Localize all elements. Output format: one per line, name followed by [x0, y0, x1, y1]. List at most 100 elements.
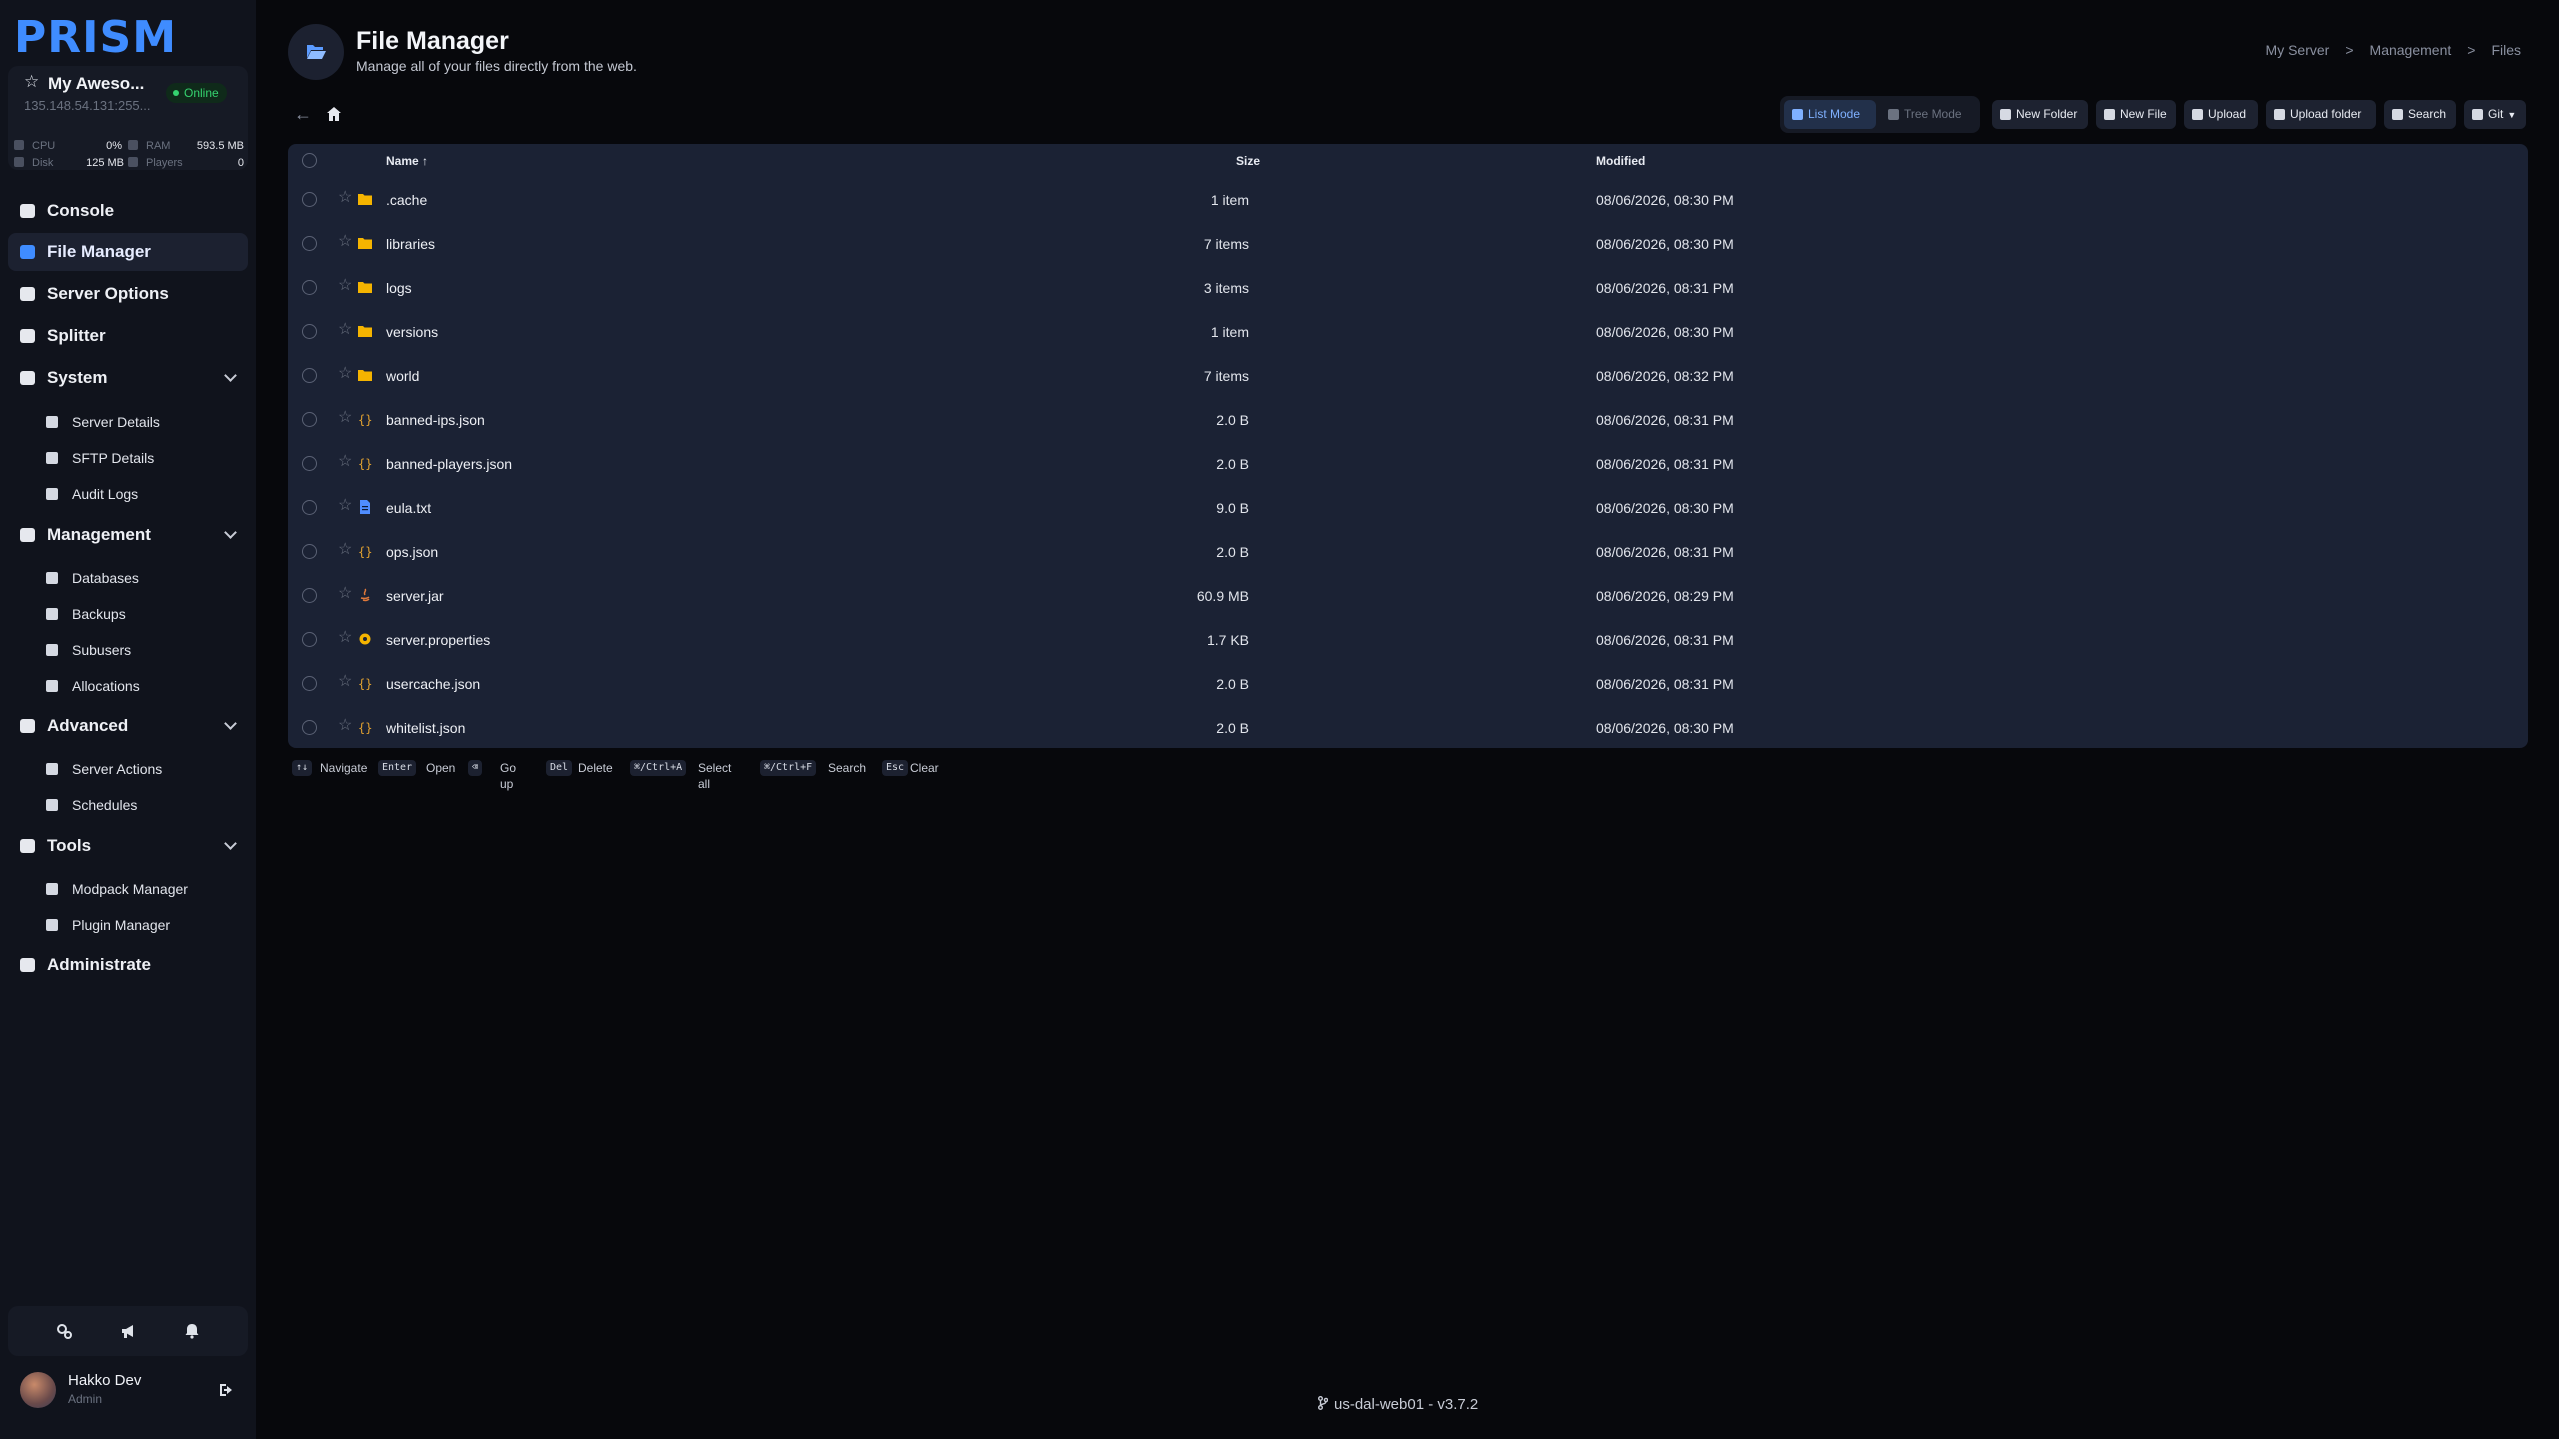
select-all-checkbox[interactable]: [302, 153, 317, 168]
search-button[interactable]: Search: [2384, 100, 2456, 129]
file-name[interactable]: server.properties: [386, 618, 490, 662]
file-name[interactable]: versions: [386, 310, 438, 354]
star-icon[interactable]: ☆: [338, 674, 352, 690]
sidebar-item-audit-logs[interactable]: Audit Logs: [36, 479, 248, 509]
tree-mode-button[interactable]: Tree Mode: [1880, 100, 1976, 129]
table-row[interactable]: ☆ {} whitelist.json 2.0 B 08/06/2026, 08:30 …: [288, 706, 2528, 750]
file-name[interactable]: banned-players.json: [386, 442, 512, 486]
upload-button[interactable]: Upload: [2184, 100, 2258, 129]
star-icon[interactable]: ☆: [338, 498, 352, 514]
table-row[interactable]: ☆ {} banned-players.json 2.0 B 08/06/2026, 0…: [288, 442, 2528, 486]
table-row[interactable]: ☆ eula.txt 9.0 B 08/06/2026, 08:30 PM: [288, 486, 2528, 530]
name-column-header[interactable]: Name ↑: [386, 144, 428, 178]
row-checkbox[interactable]: [302, 280, 317, 295]
star-icon[interactable]: ☆: [338, 322, 352, 338]
star-icon[interactable]: ☆: [338, 190, 352, 206]
user-profile[interactable]: Hakko Dev Admin: [8, 1360, 248, 1420]
logout-icon[interactable]: [218, 1382, 234, 1398]
table-row[interactable]: ☆ logs 3 items 08/06/2026, 08:31 PM: [288, 266, 2528, 310]
row-checkbox[interactable]: [302, 544, 317, 559]
prism-logo[interactable]: PRISM: [14, 12, 177, 63]
file-name[interactable]: .cache: [386, 178, 427, 222]
sidebar-group-advanced[interactable]: Advanced: [8, 707, 248, 745]
breadcrumb-item-server[interactable]: My Server: [2266, 42, 2330, 58]
table-row[interactable]: ☆ server.properties 1.7 KB 08/06/2026, 08:3…: [288, 618, 2528, 662]
file-name[interactable]: logs: [386, 266, 412, 310]
sidebar-item-schedules[interactable]: Schedules: [36, 790, 248, 820]
sidebar-item-modpack-manager[interactable]: Modpack Manager: [36, 874, 248, 904]
row-checkbox[interactable]: [302, 412, 317, 427]
sidebar-item-server-options[interactable]: Server Options: [8, 275, 248, 313]
table-row[interactable]: ☆ {} ops.json 2.0 B 08/06/2026, 08:31 PM: [288, 530, 2528, 574]
file-name[interactable]: banned-ips.json: [386, 398, 485, 442]
row-checkbox[interactable]: [302, 456, 317, 471]
star-icon[interactable]: ☆: [338, 586, 352, 602]
sidebar-item-administrate[interactable]: Administrate: [8, 946, 248, 984]
row-checkbox[interactable]: [302, 588, 317, 603]
star-icon[interactable]: ☆: [338, 542, 352, 558]
sidebar-item-console[interactable]: Console: [8, 192, 248, 230]
table-row[interactable]: ☆ server.jar 60.9 MB 08/06/2026, 08:29 PM: [288, 574, 2528, 618]
row-checkbox[interactable]: [302, 236, 317, 251]
file-size: 60.9 MB: [1196, 588, 1249, 604]
row-checkbox[interactable]: [302, 368, 317, 383]
file-name[interactable]: server.jar: [386, 574, 444, 618]
modified-column-header[interactable]: Modified: [1596, 144, 1645, 178]
new-folder-button[interactable]: New Folder: [1992, 100, 2088, 129]
row-checkbox[interactable]: [302, 500, 317, 515]
table-row[interactable]: ☆ versions 1 item 08/06/2026, 08:30 PM: [288, 310, 2528, 354]
size-column-header[interactable]: Size: [1236, 144, 1260, 178]
megaphone-icon[interactable]: [120, 1323, 136, 1339]
row-checkbox[interactable]: [302, 676, 317, 691]
sidebar-item-databases[interactable]: Databases: [36, 563, 248, 593]
row-checkbox[interactable]: [302, 720, 317, 735]
file-name[interactable]: eula.txt: [386, 486, 431, 530]
sidebar-group-tools[interactable]: Tools: [8, 827, 248, 865]
server-card[interactable]: ☆ My Aweso... 135.148.54.131:255... Onli…: [8, 66, 248, 170]
star-icon[interactable]: ☆: [338, 718, 352, 734]
star-icon[interactable]: ☆: [338, 410, 352, 426]
star-icon[interactable]: ☆: [338, 278, 352, 294]
star-icon[interactable]: ☆: [338, 454, 352, 470]
sidebar-item-backups[interactable]: Backups: [36, 599, 248, 629]
new-file-button[interactable]: New File: [2096, 100, 2176, 129]
star-icon[interactable]: ☆: [338, 366, 352, 382]
table-row[interactable]: ☆ {} usercache.json 2.0 B 08/06/2026, 08:31 …: [288, 662, 2528, 706]
table-row[interactable]: ☆ .cache 1 item 08/06/2026, 08:30 PM: [288, 178, 2528, 222]
sidebar-item-server-details[interactable]: Server Details: [36, 407, 248, 437]
row-checkbox[interactable]: [302, 632, 317, 647]
sidebar-group-management[interactable]: Management: [8, 516, 248, 554]
star-icon[interactable]: ☆: [338, 630, 352, 646]
sidebar-item-sftp-details[interactable]: SFTP Details: [36, 443, 248, 473]
table-row[interactable]: ☆ {} banned-ips.json 2.0 B 08/06/2026, 08:31…: [288, 398, 2528, 442]
sidebar-item-subusers[interactable]: Subusers: [36, 635, 248, 665]
home-icon[interactable]: [326, 106, 342, 122]
sidebar-item-allocations[interactable]: Allocations: [36, 671, 248, 701]
avatar[interactable]: [20, 1372, 56, 1408]
network-icon: [46, 680, 58, 692]
star-icon[interactable]: ☆: [338, 234, 352, 250]
breadcrumb-item-management[interactable]: Management: [2370, 42, 2452, 58]
table-row[interactable]: ☆ world 7 items 08/06/2026, 08:32 PM: [288, 354, 2528, 398]
sidebar-item-server-actions[interactable]: Server Actions: [36, 754, 248, 784]
sidebar-item-splitter[interactable]: Splitter: [8, 317, 248, 355]
git-dropdown-button[interactable]: Git ▼: [2464, 100, 2526, 129]
file-name[interactable]: libraries: [386, 222, 435, 266]
file-name[interactable]: world: [386, 354, 419, 398]
list-mode-button[interactable]: List Mode: [1784, 100, 1876, 129]
star-icon[interactable]: ☆: [24, 73, 40, 90]
settings-icon[interactable]: [56, 1323, 72, 1339]
bell-icon[interactable]: [184, 1323, 200, 1339]
sidebar-group-system[interactable]: System: [8, 359, 248, 397]
row-checkbox[interactable]: [302, 324, 317, 339]
file-name[interactable]: usercache.json: [386, 662, 480, 706]
row-checkbox[interactable]: [302, 192, 317, 207]
table-row[interactable]: ☆ libraries 7 items 08/06/2026, 08:30 PM: [288, 222, 2528, 266]
sidebar-item-plugin-manager[interactable]: Plugin Manager: [36, 910, 248, 940]
file-name[interactable]: ops.json: [386, 530, 438, 574]
upload-folder-button[interactable]: Upload folder: [2266, 100, 2376, 129]
sidebar-item-file-manager[interactable]: File Manager: [8, 233, 248, 271]
back-arrow-icon[interactable]: ←: [294, 105, 312, 123]
file-name[interactable]: whitelist.json: [386, 706, 465, 750]
sidebar-item-label: Administrate: [47, 955, 151, 974]
